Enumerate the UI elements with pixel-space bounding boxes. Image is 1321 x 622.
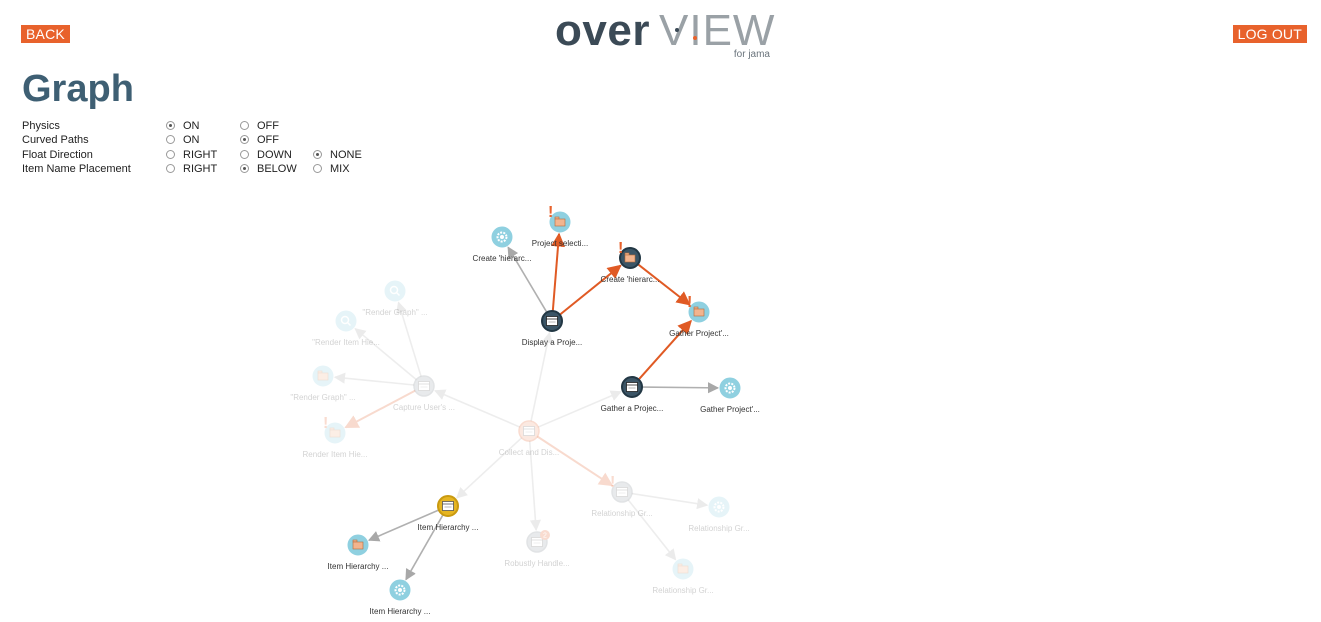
- node-label: Relationship Gr...: [652, 586, 713, 595]
- graph-node[interactable]: Capture User's ...: [393, 375, 455, 412]
- node-label: Gather Project'...: [669, 329, 729, 338]
- window-icon: [523, 426, 535, 436]
- graph-edge: [354, 327, 417, 381]
- graph-node[interactable]: ! Create 'hierarc...: [601, 240, 660, 284]
- node-label: "Render Graph" ...: [362, 308, 427, 317]
- graph-node[interactable]: "Render Graph" ...: [362, 280, 428, 317]
- graph-node[interactable]: Relationship Gr...: [652, 558, 714, 595]
- node-label: Robustly Handle...: [504, 559, 569, 568]
- graph-node[interactable]: Item Hierarchy ...: [370, 579, 431, 616]
- warning-icon: !: [610, 474, 615, 491]
- node-label: Project selecti...: [532, 239, 588, 248]
- node-label: Item Hierarchy ...: [328, 562, 389, 571]
- graph-edge: [536, 435, 614, 487]
- window-icon: [546, 316, 558, 326]
- graph-node[interactable]: Gather Project'...: [700, 377, 760, 414]
- window-icon: [531, 537, 543, 547]
- graph-node[interactable]: Gather a Projec...: [601, 376, 664, 413]
- warning-icon: !: [548, 204, 553, 221]
- graph-node[interactable]: Item Hierarchy ...: [418, 495, 479, 532]
- node-label: Item Hierarchy ...: [370, 607, 431, 616]
- count-badge-text: 2: [543, 533, 547, 540]
- node-label: Gather a Projec...: [601, 404, 664, 413]
- node-label: Collect and Dis...: [499, 448, 559, 457]
- graph-edge: [333, 372, 415, 386]
- graph-node[interactable]: Display a Proje...: [522, 310, 582, 347]
- graph-edge: [559, 264, 622, 316]
- warning-icon: !: [687, 294, 692, 311]
- window-icon: [626, 382, 638, 392]
- graph-edge: [641, 382, 720, 394]
- node-label: Gather Project'...: [700, 405, 760, 414]
- graph-node[interactable]: 2 Robustly Handle...: [504, 530, 570, 568]
- node-circle[interactable]: [384, 280, 406, 302]
- node-label: Create 'hierarc...: [601, 275, 660, 284]
- node-label: "Render Item Hie...: [312, 338, 380, 347]
- node-label: "Render Graph" ...: [290, 393, 355, 402]
- node-label: Capture User's ...: [393, 403, 455, 412]
- graph-node[interactable]: Relationship Gr...: [688, 496, 750, 533]
- graph-edge: [637, 263, 691, 306]
- warning-icon: !: [618, 240, 623, 257]
- graph-edge: [631, 492, 709, 510]
- graph-node[interactable]: ! Project selecti...: [532, 204, 588, 248]
- node-label: Display a Proje...: [522, 338, 582, 347]
- node-label: Relationship Gr...: [591, 509, 652, 518]
- node-label: Item Hierarchy ...: [418, 523, 479, 532]
- window-icon: [616, 487, 628, 497]
- window-icon: [442, 501, 454, 511]
- graph-canvas[interactable]: Create 'hierarc...! Project selecti... ! Cr…: [0, 0, 1321, 622]
- graph-node[interactable]: Create 'hierarc...: [473, 226, 532, 263]
- warning-icon: !: [323, 415, 328, 432]
- node-label: Render Item Hie...: [303, 450, 368, 459]
- node-label: Create 'hierarc...: [473, 254, 532, 263]
- node-label: Relationship Gr...: [688, 524, 749, 533]
- node-circle[interactable]: [335, 310, 357, 332]
- window-icon: [418, 381, 430, 391]
- graph-node[interactable]: "Render Graph" ...: [290, 365, 356, 402]
- graph-node[interactable]: Collect and Dis...: [499, 420, 559, 457]
- graph-node[interactable]: Item Hierarchy ...: [328, 534, 389, 571]
- graph-edge: [455, 437, 523, 499]
- graph-node[interactable]: ! Gather Project'...: [669, 294, 729, 338]
